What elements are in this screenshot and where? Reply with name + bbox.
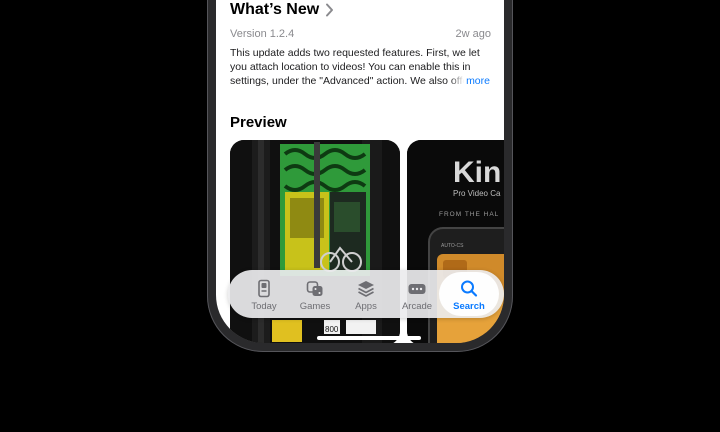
games-icon [306, 281, 323, 296]
search-icon [461, 280, 478, 297]
promo-tagline: Pro Video Ca [453, 189, 501, 198]
tab-games-label: Games [299, 301, 331, 312]
tab-today[interactable]: Today [238, 270, 290, 318]
tab-games[interactable]: Games [289, 270, 341, 318]
tab-bar: Today Games Apps Arcade Search [228, 270, 504, 318]
home-indicator[interactable] [317, 336, 421, 340]
more-link[interactable]: more [450, 74, 490, 88]
today-icon [258, 279, 270, 298]
app-store-page: What’s New Version 1.2.4 2w ago This upd… [216, 0, 504, 343]
tab-arcade[interactable]: Arcade [391, 270, 443, 318]
tab-arcade-label: Arcade [401, 301, 433, 312]
price-tag: 800 [325, 325, 339, 334]
tab-apps[interactable]: Apps [340, 270, 392, 318]
whats-new-header[interactable]: What’s New [230, 1, 334, 19]
promo-app-name: Kin [453, 156, 501, 189]
whats-new-title: What’s New [230, 1, 320, 18]
promo-status-text: AUTO-CS [441, 243, 464, 249]
chevron-right-icon [326, 3, 334, 17]
phone-screen: What’s New Version 1.2.4 2w ago This upd… [216, 0, 504, 343]
version-label: Version 1.2.4 [230, 28, 295, 40]
tab-search-label: Search [453, 301, 485, 312]
tab-today-label: Today [251, 301, 277, 312]
apps-icon [358, 281, 374, 297]
arcade-icon [408, 284, 426, 294]
phone-frame: What’s New Version 1.2.4 2w ago This upd… [207, 0, 513, 352]
tab-search[interactable]: Search [439, 272, 499, 316]
tab-apps-label: Apps [355, 301, 377, 312]
preview-title: Preview [230, 114, 287, 131]
promo-from-text: FROM THE HAL [439, 211, 499, 218]
release-age: 2w ago [455, 28, 491, 40]
